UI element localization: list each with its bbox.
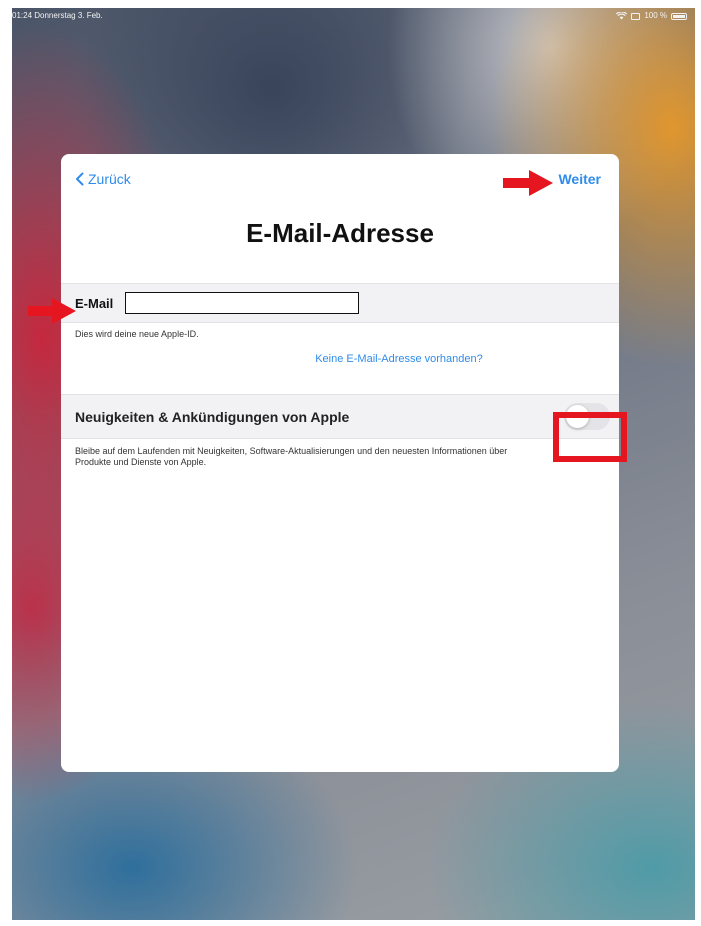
battery-percent: 100 % [644, 11, 667, 20]
no-email-link[interactable]: Keine E-Mail-Adresse vorhanden? [61, 353, 619, 365]
news-toggle-label: Neuigkeiten & Ankündigungen von Apple [75, 409, 350, 425]
back-button-label: Zurück [88, 171, 131, 187]
chevron-left-icon [76, 172, 84, 186]
battery-icon [671, 13, 687, 20]
email-label: E-Mail [75, 296, 114, 311]
arrow-right-icon [28, 298, 76, 324]
email-input[interactable] [125, 292, 359, 314]
arrow-right-icon [503, 170, 553, 196]
email-hint: Dies wird deine neue Apple-ID. [75, 329, 199, 339]
email-setup-sheet: Zurück Weiter E-Mail-Adresse E-Mail Dies… [61, 154, 619, 772]
news-row: Neuigkeiten & Ankündigungen von Apple [61, 394, 619, 439]
email-row: E-Mail [61, 283, 619, 323]
next-button[interactable]: Weiter [558, 171, 601, 187]
wifi-icon [616, 12, 628, 20]
back-button[interactable]: Zurück [75, 171, 131, 187]
toggle-highlight-box [553, 412, 627, 462]
status-bar: 01:24 Donnerstag 3. Feb. 100 % [12, 8, 695, 26]
screen-mirroring-icon [631, 12, 641, 20]
status-time-date: 01:24 Donnerstag 3. Feb. [12, 11, 103, 20]
news-description: Bleibe auf dem Laufenden mit Neuigkeiten… [75, 446, 508, 467]
page-title: E-Mail-Adresse [246, 218, 434, 248]
status-right: 100 % [616, 8, 687, 24]
